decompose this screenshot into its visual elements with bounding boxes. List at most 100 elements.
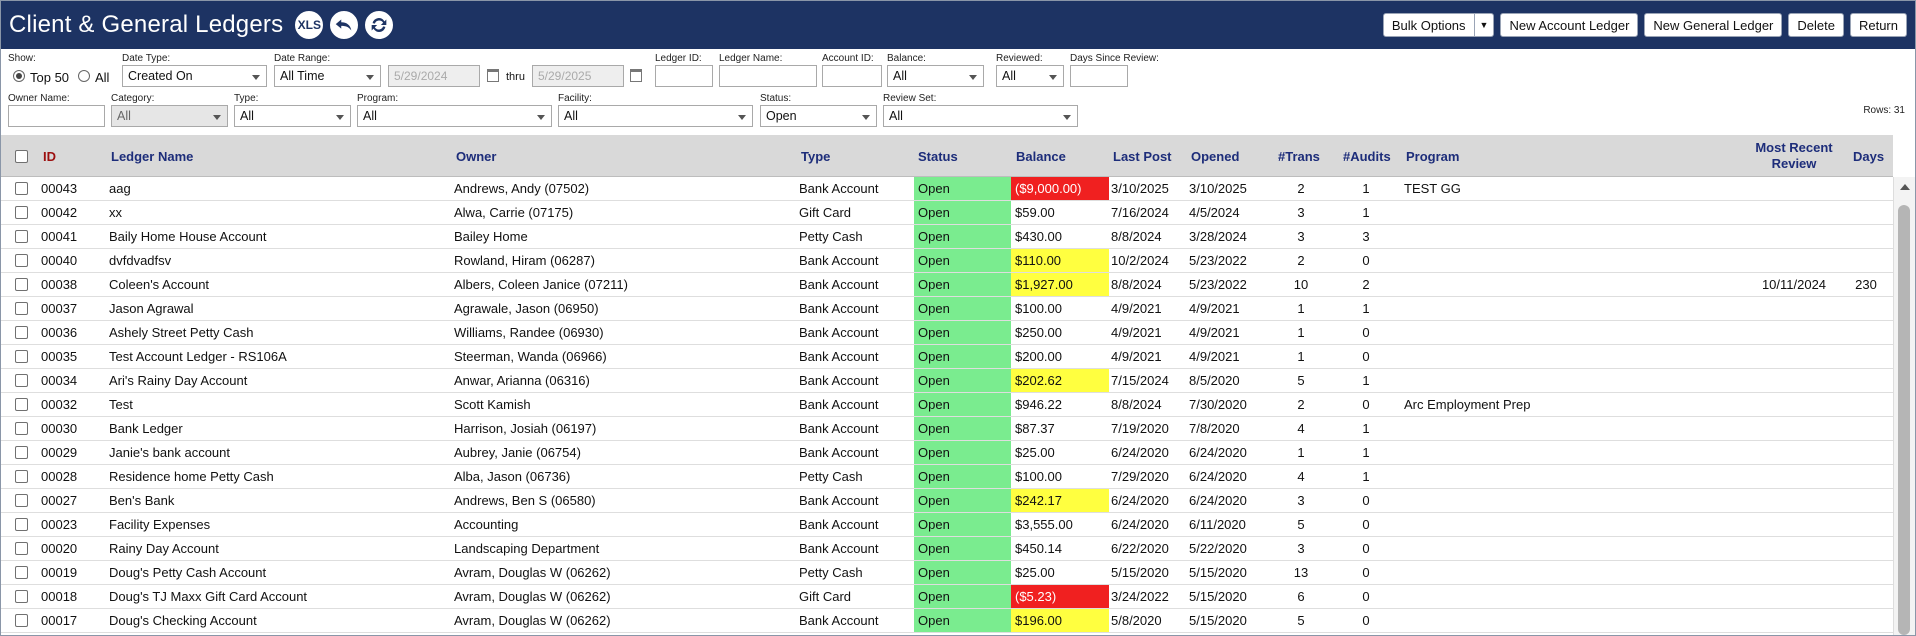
table-row[interactable]: 00019 Doug's Petty Cash Account Avram, Dou… [1, 561, 1893, 585]
delete-button[interactable]: Delete [1788, 13, 1844, 37]
ledger-id-input[interactable] [655, 65, 713, 87]
refresh-icon[interactable] [363, 9, 396, 41]
xls-export-icon[interactable]: XLS [293, 9, 326, 41]
row-checkbox[interactable] [15, 374, 28, 387]
table-row[interactable]: 00018 Doug's TJ Maxx Gift Card Account Avr… [1, 585, 1893, 609]
row-checkbox[interactable] [15, 254, 28, 267]
owner-name-input[interactable] [8, 105, 105, 127]
row-checkbox[interactable] [15, 206, 28, 219]
row-checkbox[interactable] [15, 182, 28, 195]
cell-days [1841, 561, 1891, 584]
col-last-post[interactable]: Last Post [1113, 135, 1172, 177]
col-program[interactable]: Program [1406, 135, 1459, 177]
table-row[interactable]: 00041 Baily Home House Account Bailey Home… [1, 225, 1893, 249]
table-row[interactable]: 00043 aag Andrews, Andy (07502) Bank Accoun… [1, 177, 1893, 201]
cell-owner: Avram, Douglas W (06262) [454, 589, 611, 604]
cell-most-recent-review [1749, 345, 1839, 368]
row-checkbox[interactable] [15, 230, 28, 243]
table-row[interactable]: 00020 Rainy Day Account Landscaping Depart… [1, 537, 1893, 561]
reviewed-select[interactable]: All [996, 65, 1064, 87]
table-row[interactable]: 00042 xx Alwa, Carrie (07175) Gift Card Open… [1, 201, 1893, 225]
row-checkbox[interactable] [15, 518, 28, 531]
table-row[interactable]: 00030 Bank Ledger Harrison, Josiah (06197)… [1, 417, 1893, 441]
calendar-icon[interactable] [630, 69, 642, 82]
bulk-options-dropdown-icon[interactable]: ▼ [1474, 13, 1495, 37]
row-checkbox[interactable] [15, 326, 28, 339]
program-select[interactable]: All [357, 105, 552, 127]
cell-owner: Harrison, Josiah (06197) [454, 421, 597, 436]
row-checkbox[interactable] [15, 590, 28, 603]
table-row[interactable]: 00017 Doug's Checking Account Avram, Dougl… [1, 609, 1893, 633]
cell-balance: $25.00 [1015, 565, 1055, 580]
select-all-checkbox[interactable] [15, 150, 28, 163]
table-row[interactable]: 00023 Facility Expenses Accounting Bank Acc… [1, 513, 1893, 537]
ledger-name-input[interactable] [719, 65, 817, 87]
return-button[interactable]: Return [1849, 13, 1907, 37]
row-checkbox[interactable] [15, 398, 28, 411]
scroll-up-icon[interactable] [1900, 184, 1910, 190]
col-owner[interactable]: Owner [456, 135, 496, 177]
table-row[interactable]: 00028 Residence home Petty Cash Alba, Jaso… [1, 465, 1893, 489]
table-row[interactable]: 00027 Ben's Bank Andrews, Ben S (06580) Ban… [1, 489, 1893, 513]
scrollbar-thumb[interactable] [1898, 205, 1910, 635]
col-id[interactable]: ID [43, 135, 56, 177]
cell-ledger-name: Doug's TJ Maxx Gift Card Account [109, 589, 308, 604]
type-select[interactable]: All [234, 105, 351, 127]
calendar-icon[interactable] [487, 69, 499, 82]
new-account-ledger-button[interactable]: New Account Ledger [1500, 13, 1639, 37]
col-audits[interactable]: #Audits [1343, 135, 1391, 177]
col-opened[interactable]: Opened [1191, 135, 1239, 177]
table-row[interactable]: 00035 Test Account Ledger - RS106A Steerma… [1, 345, 1893, 369]
cell-id: 00034 [41, 373, 78, 388]
col-trans[interactable]: #Trans [1278, 135, 1320, 177]
cell-opened: 6/11/2020 [1189, 517, 1246, 532]
date-range-select[interactable]: All Time [274, 65, 381, 87]
bulk-options-button[interactable]: Bulk Options [1382, 13, 1475, 37]
row-checkbox[interactable] [15, 494, 28, 507]
col-ledger-name[interactable]: Ledger Name [111, 135, 193, 177]
table-row[interactable]: 00037 Jason Agrawal Agrawale, Jason (06950… [1, 297, 1893, 321]
row-checkbox[interactable] [15, 470, 28, 483]
show-top50-radio[interactable] [13, 70, 25, 82]
table-row[interactable]: 00029 Janie's bank account Aubrey, Janie (… [1, 441, 1893, 465]
owner-name-label: Owner Name: [8, 93, 70, 104]
date-to-input[interactable]: 5/29/2025 [532, 65, 624, 87]
cell-trans: 5 [1297, 613, 1305, 628]
row-checkbox[interactable] [15, 278, 28, 291]
undo-icon[interactable] [328, 9, 361, 41]
date-type-select[interactable]: Created On [122, 65, 267, 87]
row-checkbox[interactable] [15, 566, 28, 579]
show-all-radio[interactable] [78, 70, 90, 82]
row-checkbox[interactable] [15, 302, 28, 315]
row-checkbox[interactable] [15, 422, 28, 435]
col-status[interactable]: Status [918, 135, 958, 177]
date-from-input[interactable]: 5/29/2024 [388, 65, 480, 87]
balance-select[interactable]: All [887, 65, 984, 87]
table-row[interactable]: 00034 Ari's Rainy Day Account Anwar, Arian… [1, 369, 1893, 393]
row-checkbox[interactable] [15, 446, 28, 459]
cell-opened: 6/24/2020 [1189, 469, 1247, 484]
table-row[interactable]: 00040 dvfdvadfsv Rowland, Hiram (06287) Ban… [1, 249, 1893, 273]
vertical-scrollbar[interactable] [1893, 177, 1915, 635]
col-type[interactable]: Type [801, 135, 830, 177]
cell-trans: 4 [1297, 421, 1305, 436]
cell-program [1404, 225, 1734, 248]
table-row[interactable]: 00036 Ashely Street Petty Cash Williams, R… [1, 321, 1893, 345]
table-row[interactable]: 00032 Test Scott Kamish Bank Account Open $94… [1, 393, 1893, 417]
facility-select[interactable]: All [558, 105, 753, 127]
row-checkbox[interactable] [15, 614, 28, 627]
cell-status: Open [914, 561, 1011, 584]
review-set-select[interactable]: All [883, 105, 1078, 127]
cell-opened: 4/9/2021 [1189, 325, 1240, 340]
account-id-input[interactable] [822, 65, 882, 87]
row-checkbox[interactable] [15, 542, 28, 555]
table-row[interactable]: 00038 Coleen's Account Albers, Coleen Jani… [1, 273, 1893, 297]
status-select[interactable]: Open [760, 105, 877, 127]
category-select[interactable]: All [111, 105, 228, 127]
col-most-recent-review[interactable]: Most Recent Review [1749, 135, 1839, 177]
new-general-ledger-button[interactable]: New General Ledger [1644, 13, 1783, 37]
row-checkbox[interactable] [15, 350, 28, 363]
col-balance[interactable]: Balance [1016, 135, 1066, 177]
days-since-review-input[interactable] [1070, 65, 1128, 87]
col-days[interactable]: Days [1853, 135, 1884, 177]
